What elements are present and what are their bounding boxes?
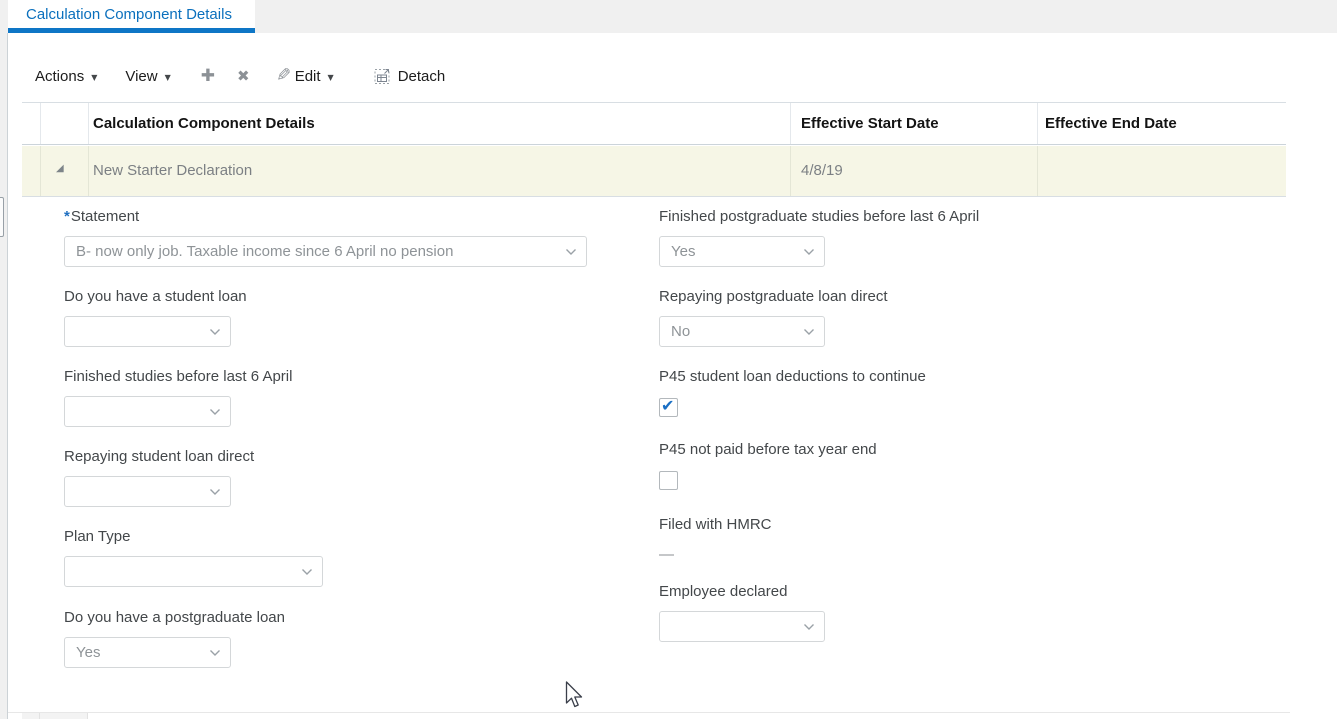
next-table-stub <box>40 713 88 719</box>
chevron-down-icon: ▼ <box>328 73 334 82</box>
student-loan-dropdown[interactable] <box>64 316 231 347</box>
edit-pencil-icon[interactable]: ✎ <box>276 67 291 85</box>
row-component-name: New Starter Declaration <box>93 162 252 179</box>
statement-dropdown[interactable]: B- now only job. Taxable income since 6 … <box>64 236 587 267</box>
splitter-handle[interactable] <box>0 197 4 237</box>
column-separator <box>1037 146 1038 196</box>
chevron-down-icon <box>209 488 221 496</box>
plan-type-label: Plan Type <box>64 527 130 547</box>
detach-icon <box>374 68 391 85</box>
finished-studies-label: Finished studies before last 6 April <box>64 367 292 387</box>
column-separator <box>88 103 89 144</box>
column-separator <box>88 146 89 196</box>
column-separator <box>40 103 41 144</box>
actions-menu-label: Actions <box>35 68 84 85</box>
column-separator <box>1037 103 1038 144</box>
edit-menu-button[interactable]: Edit ▼ <box>295 68 334 85</box>
statement-value: B- now only job. Taxable income since 6 … <box>76 243 453 260</box>
chevron-down-icon <box>803 248 815 256</box>
chevron-down-icon: ▼ <box>165 73 171 82</box>
actions-menu-button[interactable]: Actions ▼ <box>35 68 97 85</box>
tab-calculation-component-details[interactable]: Calculation Component Details <box>8 0 255 33</box>
p45-not-paid-checkbox[interactable] <box>659 471 678 490</box>
column-header-component[interactable]: Calculation Component Details <box>93 115 315 132</box>
employee-declared-dropdown[interactable] <box>659 611 825 642</box>
row-expand-toggle-icon[interactable]: ◢ <box>56 163 64 174</box>
column-header-effective-start[interactable]: Effective Start Date <box>801 115 939 132</box>
mouse-cursor <box>565 681 585 709</box>
tab-label: Calculation Component Details <box>26 6 232 23</box>
repaying-postgraduate-label: Repaying postgraduate loan direct <box>659 287 888 307</box>
column-header-effective-end[interactable]: Effective End Date <box>1045 115 1177 132</box>
required-asterisk: * <box>64 208 70 225</box>
employee-declared-label: Employee declared <box>659 582 787 602</box>
finished-postgraduate-label: Finished postgraduate studies before las… <box>659 207 979 227</box>
postgraduate-loan-label: Do you have a postgraduate loan <box>64 608 285 628</box>
postgraduate-loan-dropdown[interactable]: Yes <box>64 637 231 668</box>
finished-postgraduate-dropdown[interactable]: Yes <box>659 236 825 267</box>
p45-deductions-continue-checkbox[interactable]: ✔ <box>659 398 678 417</box>
table-header-row: Calculation Component Details Effective … <box>22 102 1286 145</box>
delete-row-icon[interactable]: ✖ <box>237 69 250 84</box>
left-panel-splitter[interactable] <box>0 33 8 719</box>
statement-label: *Statement <box>64 207 139 227</box>
chevron-down-icon <box>301 568 313 576</box>
detach-button[interactable]: Detach <box>374 68 446 85</box>
chevron-down-icon: ▼ <box>91 73 97 82</box>
column-separator <box>790 146 791 196</box>
chevron-down-icon <box>803 623 815 631</box>
tab-active-underline <box>8 28 255 33</box>
student-loan-label: Do you have a student loan <box>64 287 247 307</box>
column-separator <box>40 146 41 196</box>
p45-deductions-continue-label: P45 student loan deductions to continue <box>659 367 926 387</box>
filed-with-hmrc-value: — <box>659 546 674 563</box>
tab-strip: Calculation Component Details <box>0 0 1337 33</box>
table-toolbar: Actions ▼ View ▼ ✚ ✖ ✎ Edit ▼ Detach <box>35 59 445 93</box>
next-table-stub <box>22 713 40 719</box>
filed-with-hmrc-label: Filed with HMRC <box>659 515 772 535</box>
column-separator <box>790 103 791 144</box>
chevron-down-icon <box>209 328 221 336</box>
edit-menu-label: Edit <box>295 68 321 85</box>
section-divider <box>8 712 1290 713</box>
repaying-student-loan-dropdown[interactable] <box>64 476 231 507</box>
chevron-down-icon <box>209 649 221 657</box>
plan-type-dropdown[interactable] <box>64 556 323 587</box>
view-menu-button[interactable]: View ▼ <box>125 68 170 85</box>
table-row-new-starter-declaration[interactable]: ◢ New Starter Declaration 4/8/19 <box>22 146 1286 197</box>
finished-studies-dropdown[interactable] <box>64 396 231 427</box>
finished-postgraduate-value: Yes <box>671 243 695 260</box>
chevron-down-icon <box>209 408 221 416</box>
postgraduate-loan-value: Yes <box>76 644 100 661</box>
repaying-student-loan-label: Repaying student loan direct <box>64 447 254 467</box>
add-row-icon[interactable]: ✚ <box>201 68 215 85</box>
repaying-postgraduate-value: No <box>671 323 690 340</box>
app-window: Calculation Component Details Actions ▼ … <box>0 0 1337 719</box>
repaying-postgraduate-dropdown[interactable]: No <box>659 316 825 347</box>
p45-not-paid-label: P45 not paid before tax year end <box>659 440 877 460</box>
chevron-down-icon <box>803 328 815 336</box>
view-menu-label: View <box>125 68 157 85</box>
chevron-down-icon <box>565 248 577 256</box>
checkmark-icon: ✔ <box>661 396 674 415</box>
detach-label: Detach <box>398 68 446 85</box>
row-effective-start-date: 4/8/19 <box>801 162 843 179</box>
